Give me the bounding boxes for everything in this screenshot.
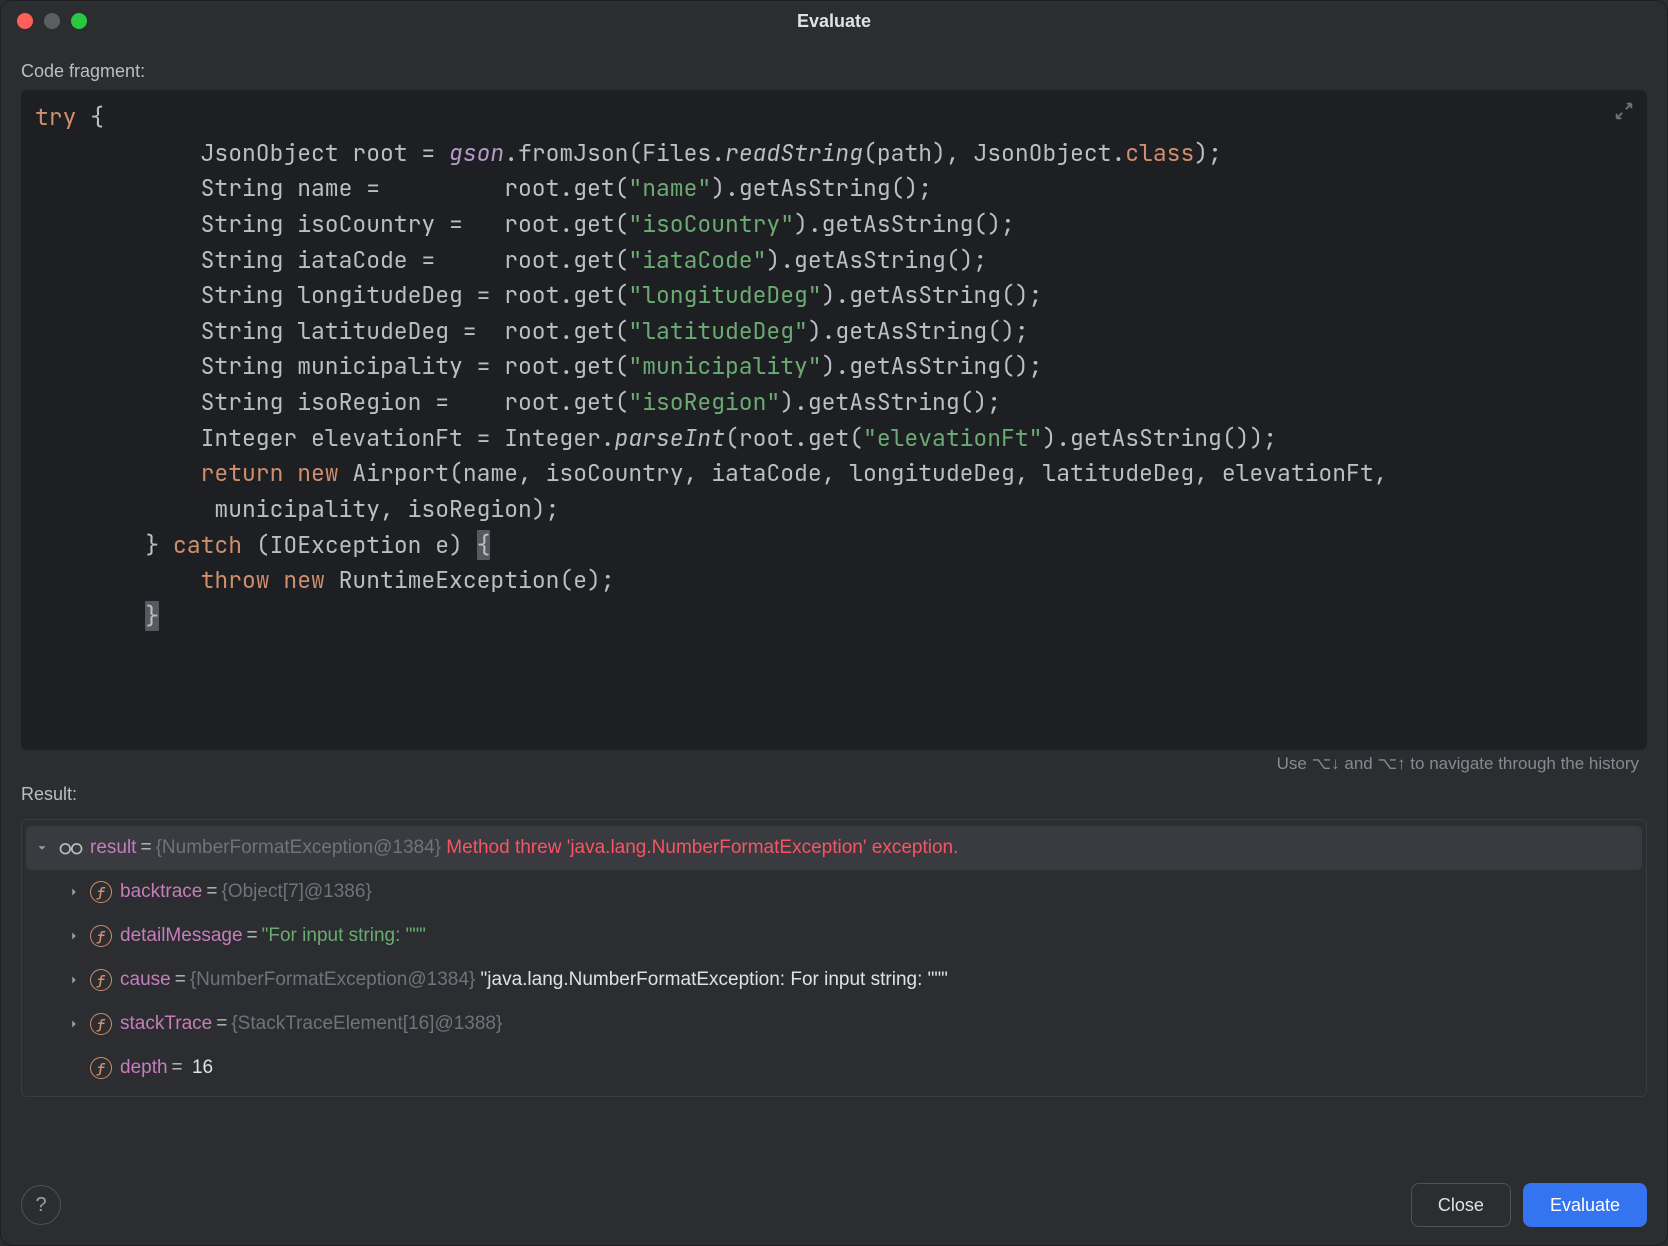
result-panel: result = {NumberFormatException@1384} Me… <box>21 819 1647 1097</box>
window-controls <box>17 13 87 29</box>
dialog-body: Code fragment: try { JsonObject root = g… <box>1 41 1667 1169</box>
field-value: "For input string: """ <box>262 925 426 947</box>
chevron-down-icon[interactable] <box>32 838 52 858</box>
chevron-right-icon[interactable] <box>64 882 84 902</box>
chevron-right-icon[interactable] <box>64 970 84 990</box>
result-type: {NumberFormatException@1384} <box>156 837 441 859</box>
maximize-window-icon[interactable] <box>71 13 87 29</box>
field-badge-icon: f <box>90 1013 112 1035</box>
result-error-message: Method threw 'java.lang.NumberFormatExce… <box>446 837 958 859</box>
chevron-right-icon[interactable] <box>64 1014 84 1034</box>
field-type: {Object[7]@1386} <box>221 881 371 903</box>
titlebar: Evaluate <box>1 1 1667 41</box>
result-child-row[interactable]: fbacktrace = {Object[7]@1386} <box>26 870 1642 914</box>
result-child-row[interactable]: fdetailMessage = "For input string: """ <box>26 914 1642 958</box>
field-name: cause <box>120 969 171 991</box>
field-badge-icon: f <box>90 969 112 991</box>
field-badge-icon: f <box>90 881 112 903</box>
field-name: depth <box>120 1057 168 1079</box>
evaluate-dialog: Evaluate Code fragment: try { JsonObject… <box>0 0 1668 1246</box>
result-root-row[interactable]: result = {NumberFormatException@1384} Me… <box>26 826 1642 870</box>
result-child-row[interactable]: fcause = {NumberFormatException@1384} "j… <box>26 958 1642 1002</box>
dialog-footer: ? Close Evaluate <box>1 1169 1667 1245</box>
code-fragment-label: Code fragment: <box>21 61 1647 82</box>
evaluate-button[interactable]: Evaluate <box>1523 1183 1647 1227</box>
window-title: Evaluate <box>13 11 1655 32</box>
field-value: "java.lang.NumberFormatException: For in… <box>481 969 948 991</box>
field-name: stackTrace <box>120 1013 212 1035</box>
field-badge-icon: f <box>90 925 112 947</box>
close-button[interactable]: Close <box>1411 1183 1511 1227</box>
field-name: detailMessage <box>120 925 243 947</box>
field-type: {NumberFormatException@1384} <box>190 969 475 991</box>
result-child-row[interactable]: fdepth = 16 <box>26 1046 1642 1090</box>
minimize-window-icon[interactable] <box>44 13 60 29</box>
history-hint: Use ⌥↓ and ⌥↑ to navigate through the hi… <box>21 750 1647 776</box>
close-window-icon[interactable] <box>17 13 33 29</box>
chevron-right-icon[interactable] <box>64 926 84 946</box>
field-type: {StackTraceElement[16]@1388} <box>231 1013 502 1035</box>
glasses-icon <box>58 839 84 857</box>
chevron-right-icon[interactable] <box>64 1058 84 1078</box>
result-name: result <box>90 837 136 859</box>
code-fragment-editor[interactable]: try { JsonObject root = gson.fromJson(Fi… <box>21 90 1647 750</box>
code-text[interactable]: try { JsonObject root = gson.fromJson(Fi… <box>35 100 1633 635</box>
expand-editor-icon[interactable] <box>1613 100 1635 122</box>
field-badge-icon: f <box>90 1057 112 1079</box>
help-button[interactable]: ? <box>21 1185 61 1225</box>
field-value: 16 <box>192 1057 213 1079</box>
result-child-row[interactable]: fstackTrace = {StackTraceElement[16]@138… <box>26 1002 1642 1046</box>
result-label: Result: <box>21 784 1647 805</box>
field-name: backtrace <box>120 881 202 903</box>
